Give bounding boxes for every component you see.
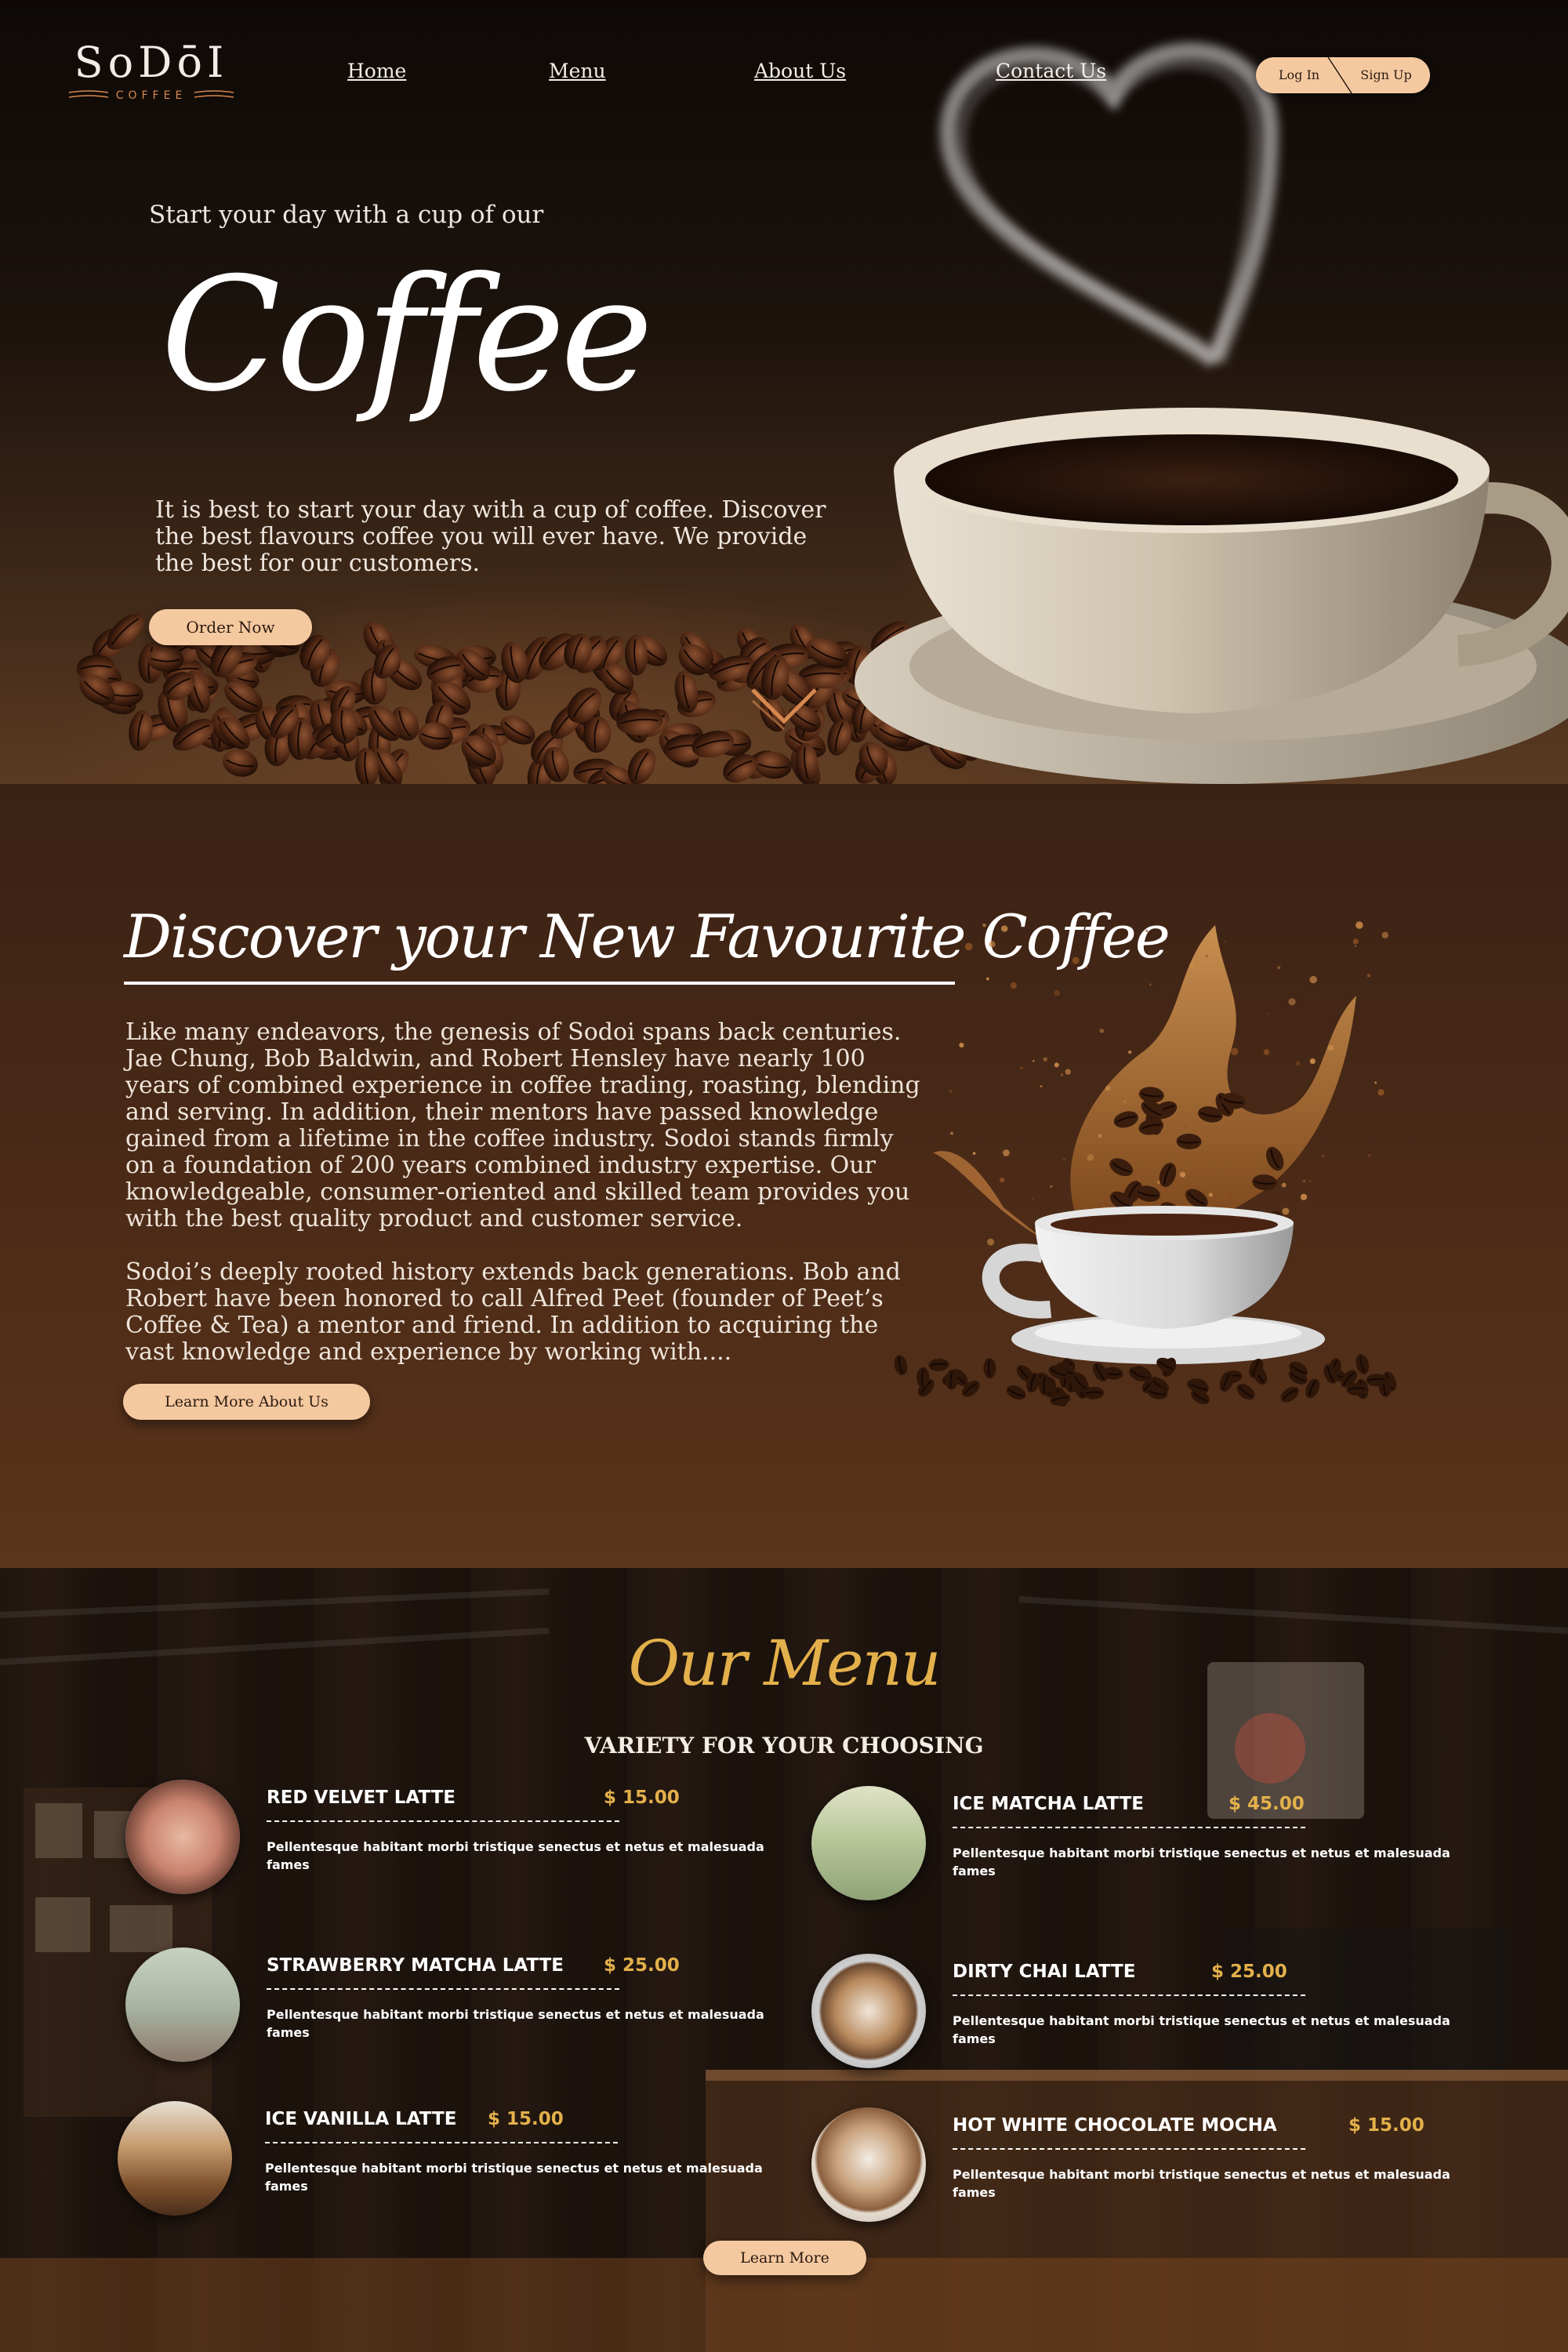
order-now-button[interactable]: Order Now xyxy=(149,609,312,645)
ice-vanilla-latte-image xyxy=(118,2101,232,2216)
menu-item-description: Pellentesque habitant morbi tristique se… xyxy=(953,1846,1450,1878)
menu-item-description: Pellentesque habitant morbi tristique se… xyxy=(953,2167,1450,2200)
menu-section: Our Menu VARIETY FOR YOUR CHOOSING RED V… xyxy=(0,1568,1568,2352)
menu-subtitle: VARIETY FOR YOUR CHOOSING xyxy=(584,1733,984,1759)
learn-more-about-us-button[interactable]: Learn More About Us xyxy=(123,1384,370,1420)
menu-item-price: $ 25.00 xyxy=(604,1955,680,1976)
hero-title: Coffee xyxy=(161,244,653,426)
menu-item-red-velvet-latte[interactable]: RED VELVET LATTE $ 15.00 Pellentesque ha… xyxy=(125,1780,764,1905)
menu-item-price: $ 25.00 xyxy=(1211,1962,1287,1982)
menu-item-name: RED VELVET LATTE xyxy=(267,1788,456,1808)
coffee-splash-image xyxy=(894,921,1397,1407)
learn-more-button[interactable]: Learn More xyxy=(703,2241,866,2275)
menu-item-divider xyxy=(265,2142,618,2143)
menu-item-ice-vanilla-latte[interactable]: ICE VANILLA LATTE $ 15.00 Pellentesque h… xyxy=(118,2101,763,2227)
dirty-chai-latte-image xyxy=(811,1954,926,2068)
menu-item-name: ICE VANILLA LATTE xyxy=(265,2109,457,2129)
menu-title: Our Menu xyxy=(628,1627,941,1700)
nav-contact-us[interactable]: Contact Us xyxy=(996,60,1106,82)
menu-item-ice-matcha-latte[interactable]: ICE MATCHA LATTE $ 45.00 Pellentesque ha… xyxy=(811,1786,1450,1911)
about-title-underline xyxy=(124,982,955,985)
hot-white-chocolate-mocha-image xyxy=(811,2107,926,2222)
nav-home[interactable]: Home xyxy=(347,60,406,82)
about-paragraph-2: Sodoi’s deeply rooted history extends ba… xyxy=(125,1258,901,1366)
signup-button[interactable]: Sign Up xyxy=(1342,57,1430,93)
logo-text: SoDōI xyxy=(74,38,229,87)
logo[interactable]: SoDōI COFFEE xyxy=(69,38,234,108)
menu-item-description: Pellentesque habitant morbi tristique se… xyxy=(953,2013,1450,2046)
logo-subtext: COFFEE xyxy=(115,89,187,102)
menu-item-name: DIRTY CHAI LATTE xyxy=(953,1962,1136,1982)
menu-item-name: HOT WHITE CHOCOLATE MOCHA xyxy=(953,2115,1277,2136)
strawberry-matcha-latte-image xyxy=(125,1947,240,2062)
menu-item-dirty-chai-latte[interactable]: DIRTY CHAI LATTE $ 25.00 Pellentesque ha… xyxy=(811,1954,1450,2079)
red-velvet-latte-image xyxy=(125,1780,240,1894)
menu-item-description: Pellentesque habitant morbi tristique se… xyxy=(265,2161,763,2194)
nav-menu[interactable]: Menu xyxy=(549,60,606,82)
menu-item-hot-white-chocolate-mocha[interactable]: HOT WHITE CHOCOLATE MOCHA $ 15.00 Pellen… xyxy=(811,2107,1450,2233)
menu-item-description: Pellentesque habitant morbi tristique se… xyxy=(267,1839,764,1872)
menu-item-name: ICE MATCHA LATTE xyxy=(953,1794,1144,1814)
menu-item-divider xyxy=(953,1827,1305,1828)
menu-item-name: STRAWBERRY MATCHA LATTE xyxy=(267,1955,564,1976)
chevron-down-icon[interactable] xyxy=(749,684,819,731)
about-paragraph-1: Like many endeavors, the genesis of Sodo… xyxy=(125,1018,920,1232)
hero-section: SoDōI COFFEE Home Menu About Us Contact … xyxy=(0,0,1568,784)
menu-item-strawberry-matcha-latte[interactable]: STRAWBERRY MATCHA LATTE $ 25.00 Pellente… xyxy=(125,1947,764,2073)
menu-item-price: $ 45.00 xyxy=(1229,1794,1305,1814)
menu-item-divider xyxy=(953,1994,1305,1996)
auth-button-group: Log In Sign Up xyxy=(1256,57,1430,93)
menu-item-divider xyxy=(267,1988,619,1990)
menu-item-divider xyxy=(267,1820,619,1822)
menu-item-price: $ 15.00 xyxy=(488,2109,564,2129)
hero-pretitle: Start your day with a cup of our xyxy=(149,201,544,229)
login-button[interactable]: Log In xyxy=(1256,57,1342,93)
menu-item-divider xyxy=(953,2148,1305,2150)
ice-matcha-latte-image xyxy=(811,1786,926,1900)
hero-description: It is best to start your day with a cup … xyxy=(155,496,826,577)
menu-item-description: Pellentesque habitant morbi tristique se… xyxy=(267,2007,764,2040)
nav-about-us[interactable]: About Us xyxy=(754,60,846,82)
coffee-cup-image xyxy=(855,42,1568,784)
about-section: Discover your New Favourite Coffee Like … xyxy=(0,784,1568,1568)
menu-item-price: $ 15.00 xyxy=(604,1788,680,1808)
menu-item-price: $ 15.00 xyxy=(1348,2115,1425,2136)
